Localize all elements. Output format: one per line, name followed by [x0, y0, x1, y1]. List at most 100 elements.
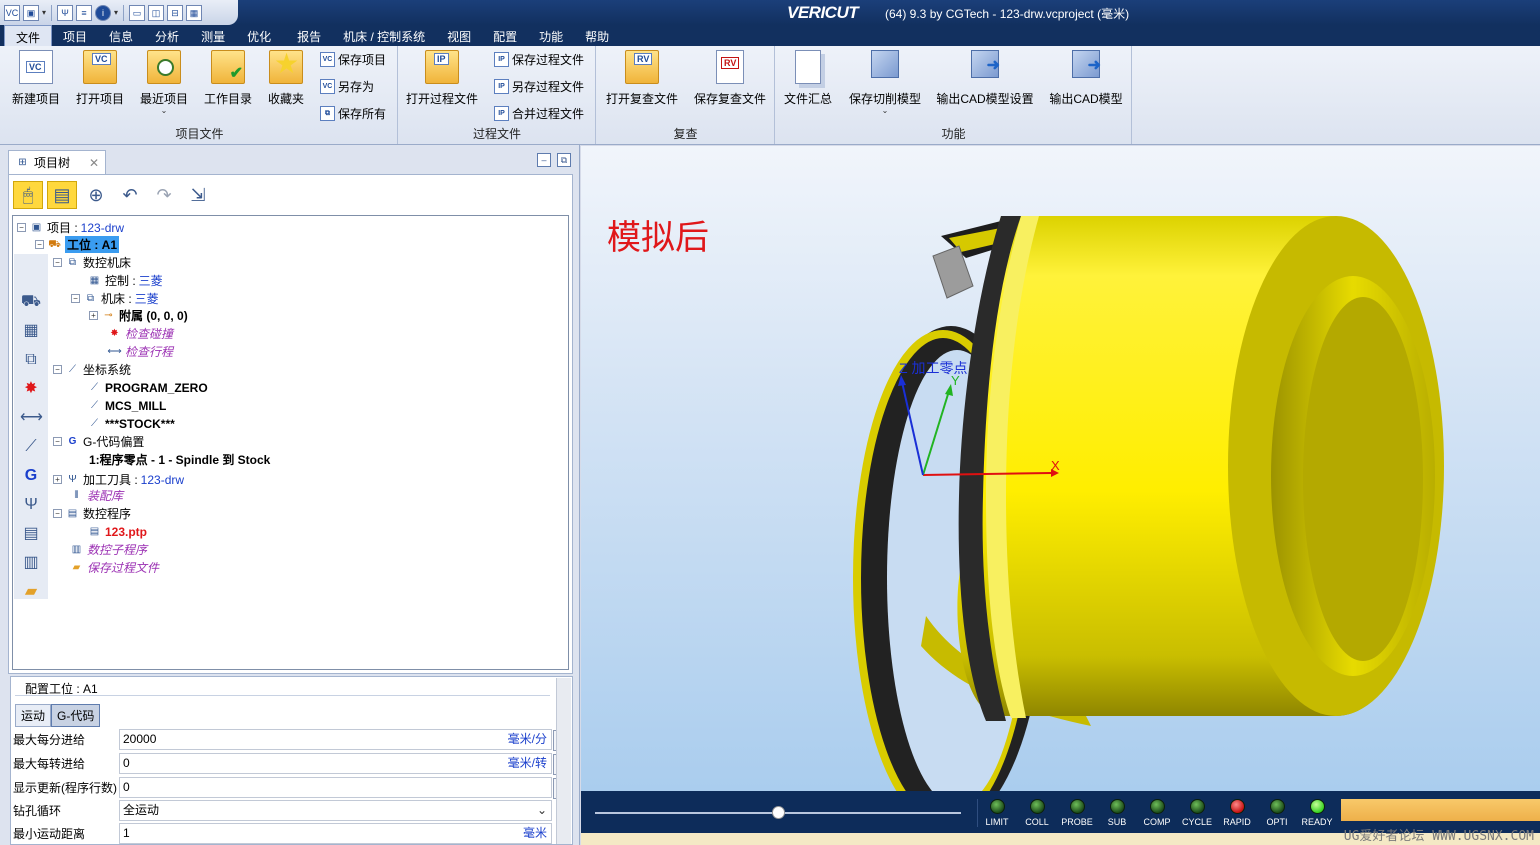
tree-node-control[interactable]: ▦ 控制 : 三菱	[87, 272, 163, 289]
close-icon[interactable]: ✕	[89, 156, 99, 170]
setup-icon[interactable]: ⛟	[20, 290, 42, 314]
tree-node-assembly-lib[interactable]: ⫴ 装配库	[69, 487, 123, 504]
recent-project-button[interactable]: 最近项目 ⌄	[138, 50, 190, 115]
travel-icon[interactable]: ⟷	[20, 406, 43, 430]
tree-node-check-collision[interactable]: ✸ 检查碰撞	[107, 325, 173, 342]
work-dir-button[interactable]: ✔ 工作目录	[202, 50, 254, 107]
collapse-toggle-icon[interactable]: −	[17, 223, 26, 232]
info-dropdown-icon[interactable]: ▾	[114, 8, 118, 17]
led-sub[interactable]: SUB	[1098, 799, 1136, 827]
save-process-button[interactable]: IP 保存过程文件	[494, 51, 584, 68]
save-as-button[interactable]: VC 另存为	[320, 78, 374, 95]
tab-gcode[interactable]: G-代码	[51, 704, 101, 727]
collapse-toggle-icon[interactable]: −	[53, 437, 62, 446]
drill-cycle-select[interactable]: 全运动 ⌄	[119, 800, 552, 821]
display-update-input[interactable]: 0 ▲▼	[119, 777, 563, 799]
simulation-viewport[interactable]: 模拟后 Z 加工零点 Y X	[581, 146, 1540, 791]
redo-icon[interactable]: ↷	[149, 181, 179, 209]
led-ready[interactable]: READY	[1298, 799, 1336, 827]
led-comp[interactable]: COMP	[1138, 799, 1176, 827]
tree-node-stock[interactable]: ⟋ ***STOCK***	[87, 415, 175, 432]
app-icon[interactable]: VC	[4, 4, 20, 21]
tree-node-nc-programs[interactable]: − ▤ 数控程序	[53, 505, 131, 522]
save-review-button[interactable]: RV 保存复查文件	[693, 50, 767, 107]
tree-node-cnc-machine[interactable]: − ⧉ 数控机床	[53, 254, 131, 271]
menu-help[interactable]: 帮助	[574, 25, 620, 46]
add-component-icon[interactable]: ⊕	[81, 181, 111, 209]
tree-node-gcode-offset[interactable]: − G G-代码偏置	[53, 433, 144, 450]
chevron-down-icon[interactable]: ⌄	[537, 801, 547, 820]
collapse-toggle-icon[interactable]: −	[53, 365, 62, 374]
expand-toggle-icon[interactable]: +	[53, 475, 62, 484]
tree-node-project[interactable]: − ▣ 项目 : 123-drw	[17, 219, 124, 236]
move-icon[interactable]: ⇲	[183, 181, 213, 209]
led-coll[interactable]: COLL	[1018, 799, 1056, 827]
menu-project[interactable]: 项目	[52, 25, 98, 46]
properties-icon[interactable]: ▤	[47, 181, 77, 209]
collapse-toggle-icon[interactable]: −	[53, 258, 62, 267]
collapse-toggle-icon[interactable]: −	[35, 240, 44, 249]
open-process-button[interactable]: IP 打开过程文件	[405, 50, 479, 107]
gcode-offset-icon[interactable]: G	[20, 464, 42, 488]
max-feed-per-rev-input[interactable]: 0 毫米/转 ▲▼	[119, 753, 563, 775]
speed-slider-handle[interactable]	[772, 806, 785, 819]
undo-icon[interactable]: ↶	[115, 181, 145, 209]
save-process-as-button[interactable]: IP 另存过程文件	[494, 78, 584, 95]
machine-icon[interactable]: ⧉	[20, 348, 42, 372]
menu-optimize[interactable]: 优化	[236, 25, 282, 46]
collision-icon[interactable]: ✸	[20, 377, 42, 401]
tree-node-nc-subroutines[interactable]: ▥ 数控子程序	[69, 541, 147, 558]
menu-file[interactable]: 文件	[4, 25, 53, 46]
minimize-icon[interactable]: –	[537, 153, 551, 167]
coordinate-icon[interactable]: ⟋	[20, 435, 42, 459]
save-cut-model-button[interactable]: 保存切削模型 ⌄	[848, 50, 922, 115]
max-feed-per-min-input[interactable]: 20000 毫米/分 ▲▼	[119, 729, 563, 751]
tree-node-coord-system[interactable]: − ⟋ 坐标系统	[53, 361, 131, 378]
expand-toggle-icon[interactable]: +	[89, 311, 98, 320]
tools-2-icon[interactable]: ≡	[76, 4, 93, 21]
new-project-button[interactable]: VC 新建项目	[10, 50, 62, 107]
led-opti[interactable]: OPTI	[1258, 799, 1296, 827]
subroutine-icon[interactable]: ▥	[20, 551, 42, 575]
open-review-button[interactable]: RV 打开复查文件	[605, 50, 679, 107]
layout-grid-icon[interactable]: ▦	[186, 4, 203, 21]
menu-machine-control[interactable]: 机床 / 控制系统	[332, 25, 436, 46]
led-rapid[interactable]: RAPID	[1218, 799, 1256, 827]
tree-node-gcode-offset-item[interactable]: 1:程序零点 - 1 - Spindle 到 Stock	[89, 451, 270, 468]
save-dropdown-icon[interactable]: ▾	[42, 8, 46, 17]
menu-function[interactable]: 功能	[528, 25, 574, 46]
min-motion-input[interactable]: 1 毫米	[119, 823, 552, 844]
menu-view[interactable]: 视图	[436, 25, 482, 46]
merge-process-button[interactable]: IP 合并过程文件	[494, 105, 584, 122]
led-probe[interactable]: PROBE	[1058, 799, 1096, 827]
led-cycle[interactable]: CYCLE	[1178, 799, 1216, 827]
tree-node-saved-process[interactable]: ▰ 保存过程文件	[69, 559, 159, 576]
save-icon[interactable]: ▣	[23, 4, 39, 21]
info-icon[interactable]: i	[95, 4, 112, 21]
tree-node-nc-file[interactable]: ▤ 123.ptp	[87, 523, 147, 540]
collapse-toggle-icon[interactable]: −	[71, 294, 80, 303]
layout-single-icon[interactable]: ▭	[129, 4, 146, 21]
menu-config[interactable]: 配置	[482, 25, 528, 46]
tree-node-machine[interactable]: − ⧉ 机床 : 三菱	[71, 290, 159, 307]
menu-report[interactable]: 报告	[286, 25, 332, 46]
save-all-button[interactable]: ⧉ 保存所有	[320, 105, 386, 122]
collapse-toggle-icon[interactable]: −	[53, 509, 62, 518]
control-icon[interactable]: ▦	[20, 319, 42, 343]
tree-node-tooling[interactable]: + Ψ 加工刀具 : 123-drw	[53, 471, 184, 488]
layout-split-vertical-icon[interactable]: ◫	[148, 4, 165, 21]
led-limit[interactable]: LIMIT	[978, 799, 1016, 827]
layout-split-horizontal-icon[interactable]: ⊟	[167, 4, 184, 21]
process-file-icon[interactable]: ▰	[20, 580, 42, 604]
save-project-button[interactable]: VC 保存项目	[320, 51, 386, 68]
tool-icon[interactable]: Ψ	[20, 493, 42, 517]
menu-analysis[interactable]: 分析	[144, 25, 190, 46]
tree-node-mcs-mill[interactable]: ⟋ MCS_MILL	[87, 397, 166, 414]
menu-measure[interactable]: 测量	[190, 25, 236, 46]
tree-node-setup[interactable]: − ⛟ 工位 : A1	[35, 236, 120, 253]
tree-node-program-zero[interactable]: ⟋ PROGRAM_ZERO	[87, 379, 208, 396]
open-project-button[interactable]: VC 打开项目	[74, 50, 126, 107]
tools-icon[interactable]: Ψ	[57, 4, 74, 21]
nc-program-icon[interactable]: ▤	[20, 522, 42, 546]
restore-icon[interactable]: ⧉	[557, 153, 571, 167]
